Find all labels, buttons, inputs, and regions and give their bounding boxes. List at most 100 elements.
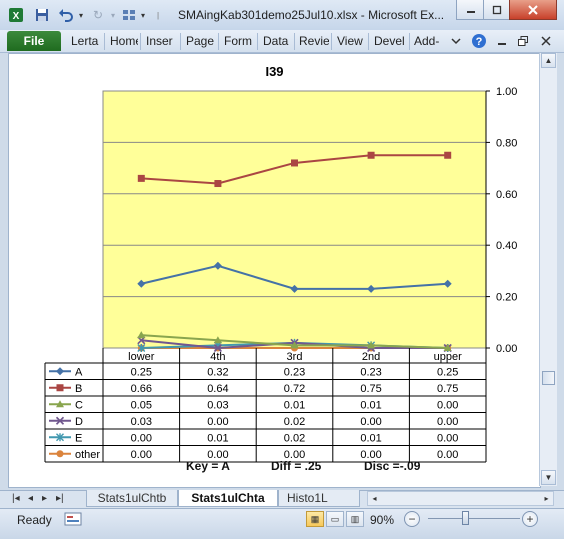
data-table-value: 0.01 (360, 399, 381, 411)
tab-developer[interactable]: Devel (374, 34, 406, 48)
tab-separator (294, 33, 295, 50)
data-table-value: 0.75 (437, 383, 458, 395)
tab-separator (180, 33, 181, 50)
status-bar (0, 508, 564, 539)
y-tick-label: 0.00 (496, 343, 517, 355)
redo-dropdown-icon[interactable]: ▾ (108, 5, 118, 25)
data-table-value: 0.02 (284, 432, 305, 444)
data-table-value: 0.00 (437, 432, 458, 444)
qat-dropdown-icon[interactable]: ▾ (138, 5, 148, 25)
y-tick-label: 0.60 (496, 189, 517, 201)
normal-view-icon[interactable]: ▦ (306, 511, 324, 527)
scroll-left-icon[interactable]: ◂ (368, 492, 381, 505)
customize-icon[interactable] (120, 5, 138, 25)
x-category-label: upper (434, 351, 462, 363)
data-table-value: 0.25 (437, 366, 458, 378)
horizontal-scrollbar[interactable]: ◂ ▸ (367, 491, 554, 506)
zoom-level[interactable]: 90% (370, 513, 394, 527)
tab-addins[interactable]: Add- (414, 34, 444, 48)
data-table-value: 0.01 (284, 399, 305, 411)
legend-label-b: B (75, 383, 82, 395)
vertical-scrollbar[interactable]: ▲ ▼ (539, 53, 557, 486)
first-sheet-icon[interactable]: |◂ (12, 493, 20, 504)
sheet-tab-stats1ulchtb[interactable]: Stats1ulChtb (86, 490, 178, 507)
redo-icon[interactable]: ↻ (89, 5, 107, 25)
undo-dropdown-icon[interactable]: ▾ (76, 5, 86, 25)
macro-record-icon[interactable] (64, 511, 82, 530)
y-tick-label: 0.40 (496, 240, 517, 252)
excel-icon[interactable]: X (6, 5, 26, 25)
data-point-b (291, 159, 298, 167)
data-point-a (56, 367, 64, 376)
save-icon[interactable] (32, 5, 52, 25)
data-table-value: 0.25 (131, 366, 152, 378)
close-button[interactable] (509, 0, 557, 20)
page-break-preview-icon[interactable]: ▥ (346, 511, 364, 527)
x-category-label: 3rd (287, 351, 303, 363)
data-table-value: 0.00 (360, 416, 381, 428)
workbook-restore-icon[interactable] (514, 33, 532, 49)
tab-separator (409, 33, 410, 50)
maximize-button[interactable] (483, 0, 511, 20)
data-table-value: 0.64 (207, 383, 228, 395)
workbook-minimize-icon[interactable] (493, 33, 511, 49)
qat-separator-icon: | (156, 10, 160, 20)
tab-insert[interactable]: Inser (146, 34, 176, 48)
scroll-down-icon[interactable]: ▼ (541, 470, 556, 485)
next-sheet-icon[interactable]: ▸ (42, 493, 47, 504)
zoom-slider-track[interactable] (428, 518, 520, 519)
undo-icon[interactable] (56, 5, 76, 25)
tab-home[interactable]: Home (110, 34, 138, 48)
zoom-out-icon[interactable]: − (404, 511, 420, 527)
tab-review[interactable]: Revie (299, 34, 329, 48)
footer-disc: Disc =-.09 (364, 459, 421, 473)
tab-page[interactable]: Page (186, 34, 214, 48)
data-point-b (56, 384, 64, 392)
data-table-value: 0.05 (131, 399, 152, 411)
data-table-value: 0.03 (207, 399, 228, 411)
tab-separator (368, 33, 369, 50)
minimize-ribbon-icon[interactable] (447, 33, 465, 49)
data-table-value: 0.01 (207, 432, 228, 444)
data-table-value: 0.03 (131, 416, 152, 428)
line-chart: 0.00 0.20 0.40 0.60 0.80 1.00 lower 4th 3rd 2nd u… (44, 86, 517, 463)
vertical-scroll-thumb[interactable] (542, 371, 555, 385)
data-table-value: 0.75 (360, 383, 381, 395)
tab-lerta[interactable]: Lerta (71, 34, 101, 48)
last-sheet-icon[interactable]: ▸| (56, 493, 64, 504)
data-table-value: 0.32 (207, 366, 228, 378)
data-table-value: 0.01 (360, 432, 381, 444)
window-title: SMAingKab301demo25Jul10.xlsx - Microsoft… (178, 8, 445, 22)
minimize-button[interactable] (456, 0, 485, 20)
file-tab[interactable]: File (7, 31, 61, 51)
data-point-b (214, 180, 222, 188)
svg-text:X: X (13, 11, 20, 22)
plot-area (102, 90, 487, 349)
data-table-value: 0.23 (360, 366, 381, 378)
sheet-tab-histo1l[interactable]: Histo1L (278, 490, 360, 507)
data-table-value: 0.00 (131, 449, 152, 461)
sheet-tab-stats1ulchta[interactable]: Stats1ulChta (178, 490, 278, 507)
chart-sheet: I39 0.00 0.20 0.40 0.60 0.80 1.00 lower 4th 3rd… (8, 53, 541, 488)
x-category-label: 4th (210, 351, 225, 363)
y-tick-label: 0.20 (496, 292, 517, 304)
page-layout-icon[interactable]: ▭ (326, 511, 344, 527)
zoom-slider-thumb[interactable] (462, 511, 469, 525)
data-table-value: 0.00 (437, 399, 458, 411)
data-point-b (444, 151, 452, 159)
footer-diff: Diff = .25 (271, 459, 322, 473)
help-icon[interactable]: ? (470, 33, 488, 49)
tab-separator (331, 33, 332, 50)
tab-data[interactable]: Data (263, 34, 291, 48)
legend-label-other: other (75, 449, 100, 461)
tab-form[interactable]: Form (224, 34, 254, 48)
zoom-in-icon[interactable]: + (522, 511, 538, 527)
prev-sheet-icon[interactable]: ◂ (28, 493, 33, 504)
scroll-up-icon[interactable]: ▲ (541, 53, 556, 68)
data-table-value: 0.23 (284, 366, 305, 378)
y-tick-label: 0.80 (496, 137, 517, 149)
workbook-close-icon[interactable] (537, 33, 555, 49)
data-table-value: 0.00 (131, 432, 152, 444)
scroll-right-icon[interactable]: ▸ (540, 492, 553, 505)
tab-view[interactable]: View (337, 34, 365, 48)
